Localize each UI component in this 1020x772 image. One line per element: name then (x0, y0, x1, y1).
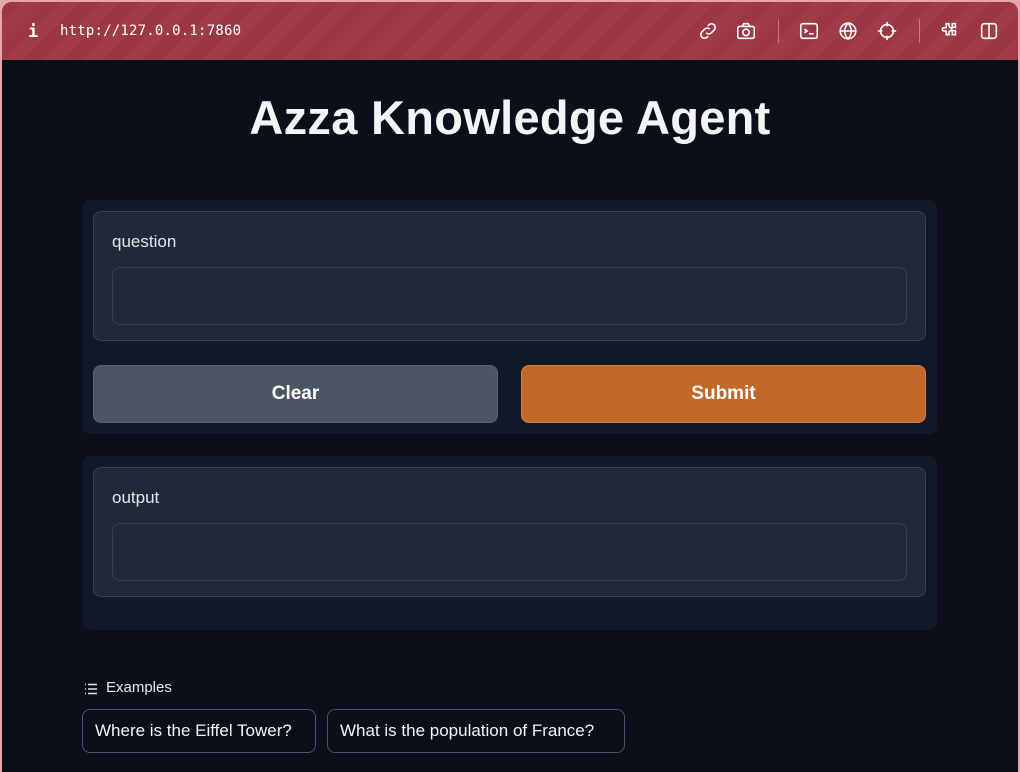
toolbar-divider (778, 19, 779, 43)
output-field: output (93, 467, 926, 597)
link-icon[interactable] (697, 20, 719, 42)
list-icon (84, 682, 98, 694)
browser-toolbar: i http://127.0.0.1:7860 (2, 2, 1018, 60)
output-textbox[interactable] (112, 523, 907, 581)
toolbar-divider (919, 19, 920, 43)
output-panel: output (82, 456, 937, 630)
input-panel: question Clear Submit (82, 200, 937, 434)
output-label: output (112, 488, 160, 507)
terminal-icon[interactable] (798, 20, 820, 42)
crosshair-icon[interactable] (876, 20, 898, 42)
question-field: question (93, 211, 926, 341)
extension-icon[interactable] (938, 20, 960, 42)
address-bar[interactable]: http://127.0.0.1:7860 (60, 23, 241, 39)
sidebar-icon[interactable] (978, 20, 1000, 42)
page-title: Azza Knowledge Agent (249, 91, 771, 144)
info-icon[interactable]: i (28, 22, 38, 42)
examples-label: Examples (106, 679, 172, 696)
browser-window: i http://127.0.0.1:7860 Azza Knowledge A… (2, 2, 1018, 772)
clear-button[interactable]: Clear (93, 365, 498, 423)
example-button[interactable]: What is the population of France? (327, 709, 625, 753)
submit-button[interactable]: Submit (521, 365, 926, 423)
question-input[interactable] (112, 267, 907, 325)
examples-header: Examples (84, 679, 172, 696)
question-label: question (112, 232, 177, 251)
globe-icon[interactable] (837, 20, 859, 42)
example-button[interactable]: Where is the Eiffel Tower? (82, 709, 316, 753)
camera-icon[interactable] (735, 20, 757, 42)
